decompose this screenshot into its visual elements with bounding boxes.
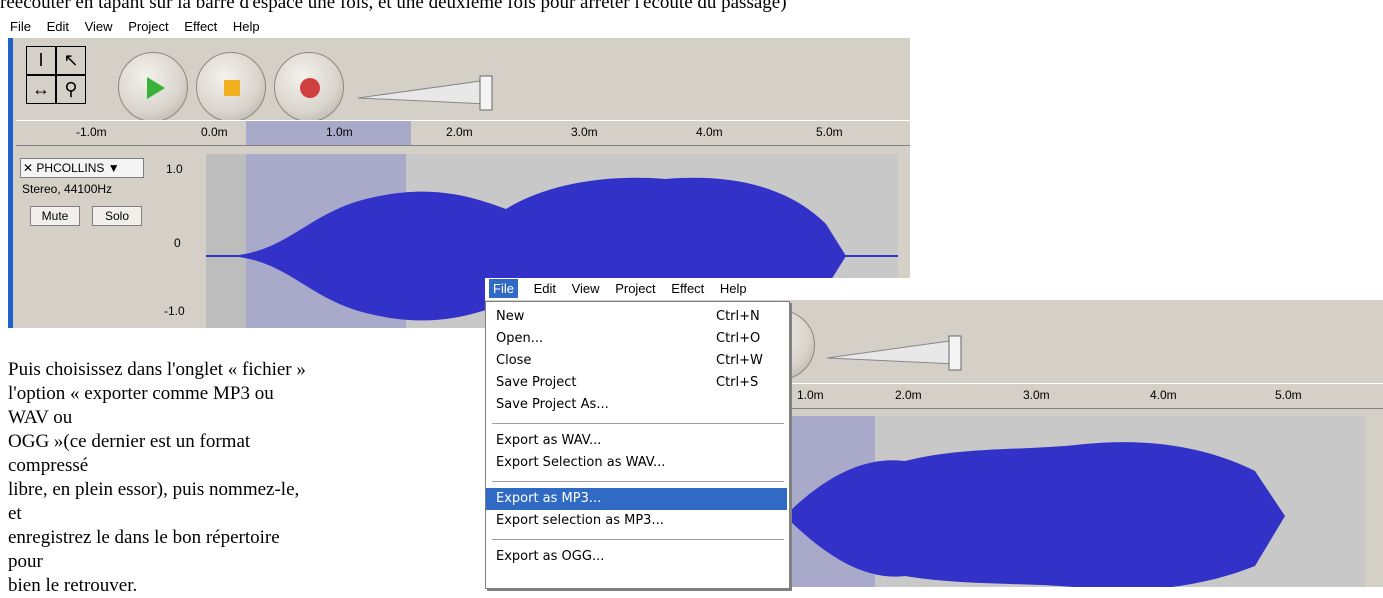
menu-edit[interactable]: Edit bbox=[47, 19, 69, 34]
menu-separator bbox=[492, 539, 784, 540]
menubar-2: File Edit View Project Effect Help bbox=[485, 278, 1383, 300]
menu-file-active[interactable]: File bbox=[489, 279, 518, 298]
ruler-tick: 2.0m bbox=[446, 125, 473, 139]
stop-icon bbox=[224, 80, 240, 96]
menu-help[interactable]: Help bbox=[233, 19, 260, 34]
menu-item-export-selection-wav[interactable]: Export Selection as WAV... bbox=[486, 452, 787, 474]
ruler-tick: 5.0m bbox=[1275, 388, 1302, 402]
ruler-tick: 3.0m bbox=[1023, 388, 1050, 402]
volume-slider-thumb bbox=[948, 335, 962, 371]
paragraph-line: libre, en plein essor), puis nommez-le, … bbox=[8, 479, 300, 524]
menu-effect[interactable]: Effect bbox=[184, 19, 217, 34]
scale-bottom: -1.0 bbox=[164, 304, 185, 318]
zoom-tool-icon[interactable]: ⚲ bbox=[56, 75, 86, 104]
menu-item-export-wav[interactable]: Export as WAV... bbox=[486, 430, 787, 452]
ruler-tick: 1.0m bbox=[797, 388, 824, 402]
ibeam-tool-icon[interactable]: I bbox=[26, 46, 56, 75]
track-control-panel: ✕ PHCOLLINS ▼ Stereo, 44100Hz Mute Solo … bbox=[16, 154, 198, 328]
menubar: File Edit View Project Effect Help bbox=[8, 16, 910, 38]
menu-item-open[interactable]: Open... Ctrl+O bbox=[486, 328, 787, 350]
track-close-icon[interactable]: ✕ bbox=[23, 161, 33, 175]
menu-item-export-mp3[interactable]: Export as MP3... bbox=[486, 488, 787, 510]
menu-view[interactable]: View bbox=[85, 19, 113, 34]
waveform bbox=[785, 442, 1285, 587]
menu-view[interactable]: View bbox=[572, 281, 600, 296]
record-button[interactable] bbox=[274, 52, 344, 122]
solo-button[interactable]: Solo bbox=[92, 206, 142, 226]
instruction-paragraph: Puis choisissez dans l'onglet « fichier … bbox=[8, 358, 308, 598]
scale-mid: 0 bbox=[174, 236, 181, 250]
menu-project[interactable]: Project bbox=[615, 281, 655, 296]
menu-item-close[interactable]: Close Ctrl+W bbox=[486, 350, 787, 372]
menu-item-save-project-as[interactable]: Save Project As... bbox=[486, 394, 787, 416]
menu-edit[interactable]: Edit bbox=[534, 281, 556, 296]
menu-help[interactable]: Help bbox=[720, 281, 747, 296]
ruler-tick: 3.0m bbox=[571, 125, 598, 139]
record-icon bbox=[300, 78, 320, 98]
ruler-tick: -1.0m bbox=[76, 125, 107, 139]
track-name-dropdown[interactable]: ✕ PHCOLLINS ▼ bbox=[20, 158, 144, 178]
timeshift-tool-icon[interactable]: ↔ bbox=[26, 75, 56, 104]
play-button[interactable] bbox=[118, 52, 188, 122]
paragraph-line: bien le retrouver. bbox=[8, 575, 138, 596]
paragraph-line: Puis choisissez dans l'onglet « fichier … bbox=[8, 359, 306, 380]
play-icon bbox=[147, 77, 165, 99]
paragraph-line: l'option « exporter comme MP3 ou WAV ou bbox=[8, 383, 274, 428]
ruler-tick: 2.0m bbox=[895, 388, 922, 402]
file-menu: New Ctrl+N Open... Ctrl+O Close Ctrl+W Save… bbox=[485, 301, 790, 589]
menu-item-new[interactable]: New Ctrl+N bbox=[486, 306, 787, 328]
ruler-tick: 5.0m bbox=[816, 125, 843, 139]
select-arrow-tool-icon[interactable]: ↖ bbox=[56, 46, 86, 75]
menu-project[interactable]: Project bbox=[128, 19, 168, 34]
menu-file[interactable]: File bbox=[10, 19, 31, 34]
track-info: Stereo, 44100Hz bbox=[22, 182, 113, 196]
intro-text: réécouter en tapant sur la barre d'espac… bbox=[0, 0, 787, 13]
mute-button[interactable]: Mute bbox=[30, 206, 80, 226]
menu-item-save-project[interactable]: Save Project Ctrl+S bbox=[486, 372, 787, 394]
volume-slider[interactable] bbox=[825, 318, 975, 378]
stop-button[interactable] bbox=[196, 52, 266, 122]
scale-top: 1.0 bbox=[166, 162, 183, 176]
paragraph-line: OGG »(ce dernier est un format compressé bbox=[8, 431, 251, 476]
scrollbar[interactable] bbox=[1373, 416, 1383, 587]
left-edge-bar bbox=[8, 38, 13, 328]
volume-slider[interactable] bbox=[356, 58, 506, 118]
ruler-tick: 4.0m bbox=[1150, 388, 1177, 402]
volume-slider-thumb bbox=[479, 75, 493, 111]
menu-effect[interactable]: Effect bbox=[671, 281, 704, 296]
timeline-ruler[interactable]: -1.0m 0.0m 1.0m 2.0m 3.0m 4.0m 5.0m bbox=[16, 120, 910, 146]
menu-separator bbox=[492, 423, 784, 424]
menu-item-export-ogg[interactable]: Export as OGG... bbox=[486, 546, 787, 568]
ruler-tick: 4.0m bbox=[696, 125, 723, 139]
menu-separator bbox=[492, 481, 784, 482]
track-name-label: PHCOLLINS ▼ bbox=[36, 161, 120, 175]
waveform-area-2[interactable] bbox=[785, 416, 1365, 587]
paragraph-line: enregistrez le dans le bon répertoire po… bbox=[8, 527, 280, 572]
ruler-tick: 1.0m bbox=[326, 125, 353, 139]
ruler-tick: 0.0m bbox=[201, 125, 228, 139]
menu-item-export-selection-mp3[interactable]: Export selection as MP3... bbox=[486, 510, 787, 532]
